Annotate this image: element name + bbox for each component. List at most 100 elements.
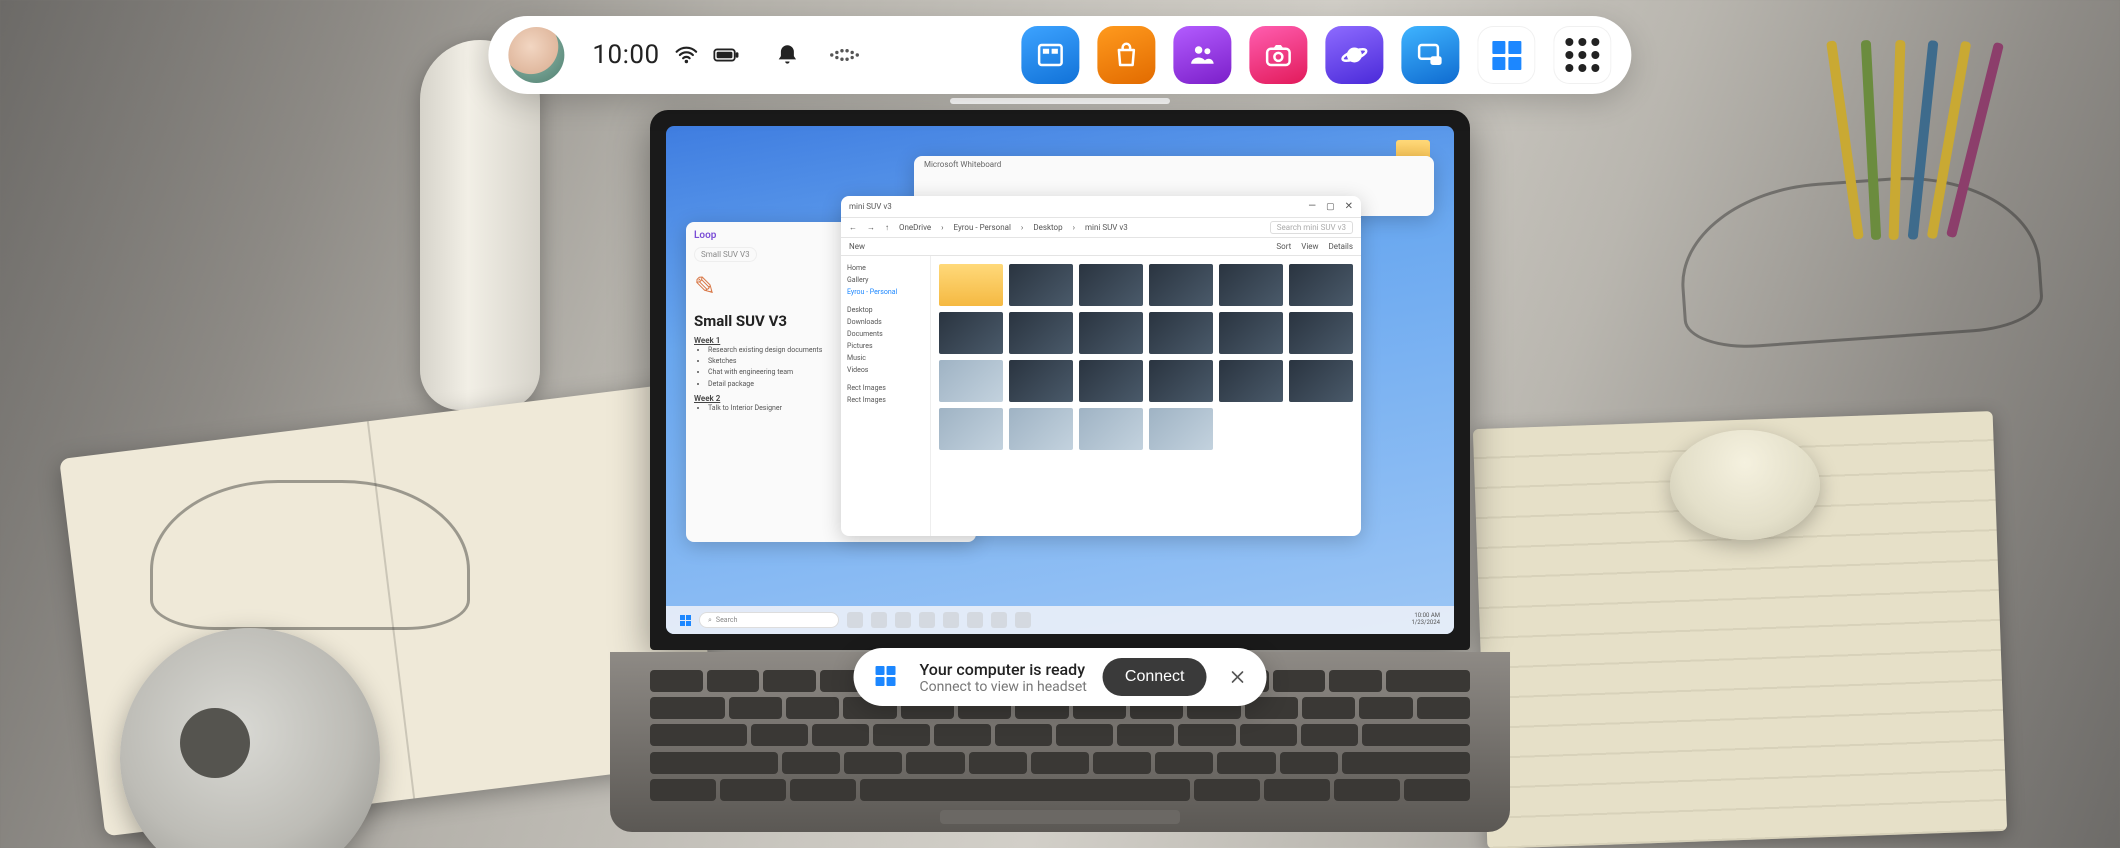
explorer-sort[interactable]: Sort — [1276, 242, 1291, 251]
file-thumb[interactable] — [1079, 408, 1143, 450]
wifi-icon — [674, 42, 700, 68]
file-thumb[interactable] — [1009, 408, 1073, 450]
app-windows-button[interactable] — [1478, 26, 1536, 84]
desk-thermos — [420, 40, 540, 410]
explorer-titlebar: mini SUV v3 — ▢ ✕ — [841, 196, 1361, 218]
clock: 10:00 — [592, 40, 659, 70]
toast-close-button[interactable] — [1222, 662, 1252, 692]
file-thumb[interactable] — [1219, 264, 1283, 306]
desk-pencil-cup — [1830, 40, 2010, 240]
explorer-toolbar: New Sort View Details — [841, 238, 1361, 256]
app-all-apps-button[interactable] — [1554, 26, 1612, 84]
assistant-button[interactable] — [826, 35, 866, 75]
file-thumb[interactable] — [1289, 360, 1353, 402]
file-thumb[interactable] — [1079, 312, 1143, 354]
taskbar-tray[interactable]: 10:00 AM 1/23/2024 — [1411, 613, 1440, 626]
explorer-close[interactable]: ✕ — [1345, 201, 1353, 212]
windows-taskbar: ⌕Search 10:00 AM 1/23/2024 — [666, 606, 1454, 634]
file-thumb[interactable] — [1079, 360, 1143, 402]
taskbar-pin[interactable] — [847, 612, 863, 628]
app-browser-button[interactable] — [1326, 26, 1384, 84]
file-thumb[interactable] — [939, 408, 1003, 450]
explorer-maximize[interactable]: ▢ — [1326, 202, 1335, 212]
whiteboard-title: Microsoft Whiteboard — [914, 156, 1434, 173]
nav-downloads[interactable]: Downloads — [847, 316, 924, 328]
nav-desktop[interactable]: Desktop — [847, 304, 924, 316]
explorer-minimize[interactable]: — — [1308, 201, 1316, 212]
universal-bar: 10:00 — [488, 16, 1631, 94]
file-thumb[interactable] — [1149, 312, 1213, 354]
file-thumb[interactable] — [1079, 264, 1143, 306]
nav-rect1[interactable]: Rect Images — [847, 382, 924, 394]
nav-pictures[interactable]: Pictures — [847, 340, 924, 352]
start-button[interactable] — [680, 615, 691, 626]
file-thumb[interactable] — [939, 264, 1003, 306]
file-thumb[interactable] — [1149, 360, 1213, 402]
close-icon — [1229, 669, 1245, 685]
profile-avatar[interactable] — [508, 27, 564, 83]
windows-icon — [1492, 41, 1521, 70]
app-camera-button[interactable] — [1250, 26, 1308, 84]
status-cluster[interactable]: 10:00 — [582, 40, 749, 70]
file-thumb[interactable] — [1149, 264, 1213, 306]
taskbar-pin[interactable] — [1015, 612, 1031, 628]
file-thumb[interactable] — [1289, 264, 1353, 306]
file-thumb[interactable] — [939, 360, 1003, 402]
nav-videos[interactable]: Videos — [847, 364, 924, 376]
taskbar-pin[interactable] — [895, 612, 911, 628]
explorer-new[interactable]: New — [849, 242, 865, 251]
nav-gallery[interactable]: Gallery — [847, 274, 924, 286]
taskbar-pin[interactable] — [991, 612, 1007, 628]
explorer-details[interactable]: Details — [1329, 242, 1353, 251]
connect-toast: Your computer is ready Connect to view i… — [854, 648, 1267, 706]
file-thumb[interactable] — [1149, 408, 1213, 450]
app-store-button[interactable] — [1098, 26, 1156, 84]
resize-handle[interactable] — [950, 98, 1170, 104]
file-thumb[interactable] — [1009, 360, 1073, 402]
nav-rect2[interactable]: Rect Images — [847, 394, 924, 406]
explorer-view[interactable]: View — [1301, 242, 1318, 251]
file-thumb[interactable] — [1009, 264, 1073, 306]
toast-subtitle: Connect to view in headset — [920, 679, 1087, 695]
nav-documents[interactable]: Documents — [847, 328, 924, 340]
windows-icon — [870, 660, 904, 694]
explorer-nav: Home Gallery Eyrou - Personal Desktop Do… — [841, 256, 931, 536]
laptop-screen: Microsoft Whiteboard Loop Small SUV V3 ✎… — [666, 126, 1454, 634]
file-thumb[interactable] — [939, 312, 1003, 354]
laptop: Microsoft Whiteboard Loop Small SUV V3 ✎… — [650, 110, 1470, 832]
remote-display-icon — [1416, 40, 1446, 70]
explorer-breadcrumb[interactable]: ←→↑ OneDrive› Eyrou - Personal› Desktop›… — [841, 218, 1361, 238]
nav-onedrive[interactable]: Eyrou - Personal — [847, 286, 924, 298]
bell-icon — [775, 42, 801, 68]
people-icon — [1188, 40, 1218, 70]
file-thumb[interactable] — [1289, 312, 1353, 354]
file-explorer-window[interactable]: mini SUV v3 — ▢ ✕ ←→↑ OneDrive› Eyrou - … — [841, 196, 1361, 536]
assistant-icon — [829, 46, 863, 64]
planet-icon — [1340, 40, 1370, 70]
notifications-button[interactable] — [768, 35, 808, 75]
app-remote-display-button[interactable] — [1402, 26, 1460, 84]
battery-icon — [714, 42, 740, 68]
nav-home[interactable]: Home — [847, 262, 924, 274]
library-icon — [1036, 40, 1066, 70]
connect-button[interactable]: Connect — [1103, 658, 1207, 696]
car-sketch — [150, 480, 470, 630]
taskbar-search[interactable]: ⌕Search — [699, 612, 839, 628]
taskbar-pin[interactable] — [919, 612, 935, 628]
loop-tab[interactable]: Small SUV V3 — [694, 247, 757, 262]
app-library-button[interactable] — [1022, 26, 1080, 84]
explorer-search[interactable]: Search mini SUV v3 — [1270, 221, 1353, 234]
nav-music[interactable]: Music — [847, 352, 924, 364]
file-thumb[interactable] — [1219, 312, 1283, 354]
explorer-grid — [931, 256, 1361, 536]
desk-candle — [1670, 430, 1820, 540]
grid-icon — [1566, 38, 1600, 72]
toast-title: Your computer is ready — [920, 660, 1087, 679]
file-thumb[interactable] — [1009, 312, 1073, 354]
file-thumb[interactable] — [1219, 360, 1283, 402]
laptop-bezel: Microsoft Whiteboard Loop Small SUV V3 ✎… — [650, 110, 1470, 650]
app-people-button[interactable] — [1174, 26, 1232, 84]
taskbar-pin[interactable] — [943, 612, 959, 628]
taskbar-pin[interactable] — [871, 612, 887, 628]
taskbar-pin[interactable] — [967, 612, 983, 628]
